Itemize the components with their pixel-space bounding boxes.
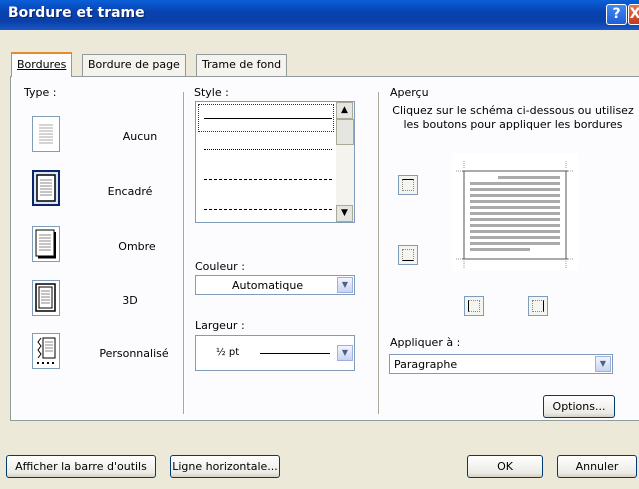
type-box-label: Encadré: [107, 185, 153, 198]
width-value: ½ pt: [216, 347, 240, 358]
horizontal-line-button[interactable]: Ligne horizontale...: [170, 455, 280, 478]
close-button[interactable]: X: [628, 4, 639, 25]
tab-label: Bordures: [17, 58, 67, 71]
type-custom-label: Personnalisé: [99, 347, 169, 360]
tab-trame-de-fond[interactable]: Trame de fond: [196, 54, 288, 76]
divider: [183, 92, 185, 414]
chevron-down-icon[interactable]: ▼: [337, 277, 353, 293]
top-border-button[interactable]: [398, 175, 418, 195]
preview-hint: Cliquez sur le schéma ci-dessous ou util…: [392, 104, 634, 131]
options-button[interactable]: Options...: [543, 395, 615, 418]
divider: [378, 92, 380, 414]
type-shadow-label: Ombre: [118, 240, 156, 253]
title-bar: Bordure et trame ? X: [0, 0, 639, 30]
width-label: Largeur :: [195, 319, 245, 332]
style-dashed-option[interactable]: [204, 179, 332, 180]
tab-label: Trame de fond: [202, 58, 282, 71]
apply-to-value: Paragraphe: [394, 358, 458, 371]
color-label: Couleur :: [195, 260, 245, 273]
scroll-thumb[interactable]: [336, 119, 354, 145]
shadow-border-icon: [35, 229, 56, 259]
custom-border-icon: [37, 337, 56, 364]
width-line-sample: [260, 353, 330, 354]
none-border-icon: [39, 124, 53, 144]
type-box-option[interactable]: [32, 170, 60, 206]
type-none-label: Aucun: [122, 130, 158, 143]
right-border-icon: [532, 300, 544, 312]
preview-diagram[interactable]: [452, 153, 578, 271]
show-toolbar-button[interactable]: Afficher la barre d'outils: [6, 455, 156, 478]
tab-label: Bordure de page: [88, 58, 180, 71]
color-select[interactable]: Automatique ▼: [195, 275, 355, 295]
3d-border-icon: [35, 283, 56, 312]
type-3d-label: 3D: [122, 294, 138, 307]
style-scrollbar[interactable]: ▲ ▼: [336, 102, 354, 222]
color-value: Automatique: [232, 279, 304, 292]
style-label: Style :: [194, 86, 229, 99]
bottom-border-icon: [402, 249, 414, 261]
tab-bordure-de-page[interactable]: Bordure de page: [82, 54, 186, 76]
style-listbox[interactable]: ▲ ▼: [195, 101, 355, 223]
preview-page-icon: [456, 161, 574, 269]
left-border-button[interactable]: [464, 296, 484, 316]
type-shadow-option[interactable]: [32, 226, 60, 262]
scroll-up-icon[interactable]: ▲: [336, 102, 353, 119]
top-border-icon: [402, 179, 414, 191]
left-border-icon: [468, 300, 480, 312]
ok-button[interactable]: OK: [467, 455, 543, 478]
tab-bordures[interactable]: Bordures: [11, 52, 73, 77]
type-label: Type :: [24, 86, 57, 99]
right-border-button[interactable]: [528, 296, 548, 316]
chevron-down-icon[interactable]: ▼: [337, 345, 353, 361]
type-3d-option[interactable]: [32, 280, 60, 316]
style-solid-option[interactable]: [204, 118, 332, 119]
window-title: Bordure et trame: [8, 5, 145, 21]
box-border-icon: [36, 174, 56, 202]
width-select[interactable]: ½ pt ▼: [195, 335, 355, 371]
scroll-down-icon[interactable]: ▼: [336, 205, 353, 222]
preview-label: Aperçu: [390, 86, 429, 99]
apply-to-select[interactable]: Paragraphe ▼: [389, 354, 613, 374]
type-none-option[interactable]: [32, 116, 60, 152]
type-custom-option[interactable]: [32, 333, 60, 369]
apply-to-label: Appliquer à :: [390, 336, 461, 349]
style-dotted-option[interactable]: [204, 149, 332, 150]
chevron-down-icon[interactable]: ▼: [595, 356, 611, 372]
bottom-border-button[interactable]: [398, 245, 418, 265]
cancel-button[interactable]: Annuler: [557, 455, 637, 478]
help-button[interactable]: ?: [606, 4, 627, 25]
style-long-dashed-option[interactable]: [204, 209, 332, 210]
